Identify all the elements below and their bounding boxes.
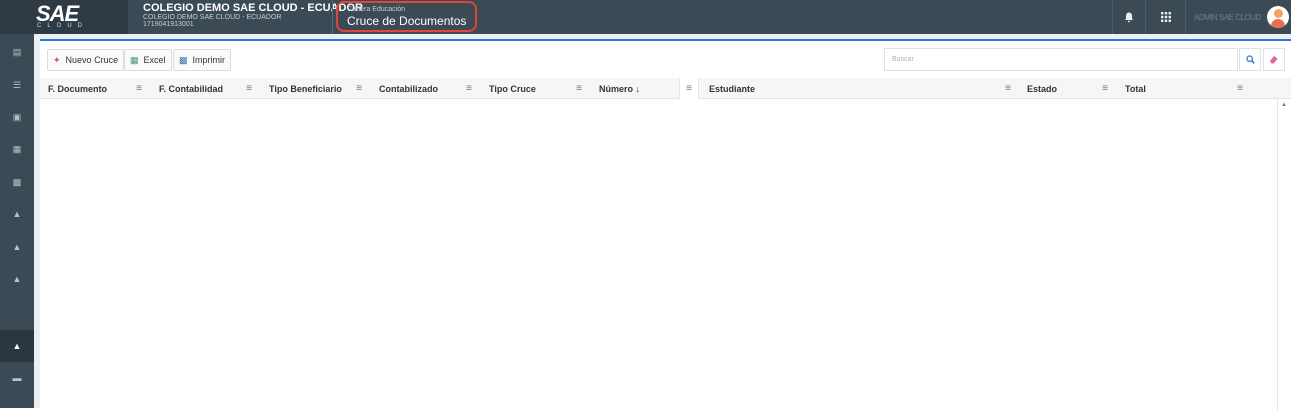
excel-icon: ▦ xyxy=(130,54,139,65)
column-label: Tipo Cruce xyxy=(489,83,536,94)
scroll-up-icon[interactable]: ▲ xyxy=(1281,102,1287,108)
column-header-document-date[interactable]: F. Documento xyxy=(40,78,107,99)
apps-button[interactable] xyxy=(1145,0,1185,34)
graduation-cap-icon: ▲ xyxy=(12,209,22,219)
column-label: Estado xyxy=(1027,83,1058,94)
column-header-posted[interactable]: Contabilizado xyxy=(371,78,438,99)
printer-icon: ▩ xyxy=(179,54,188,65)
sidebar-item-education-2[interactable]: ▲ xyxy=(0,231,34,263)
sidebar-item-building[interactable]: ▩ xyxy=(0,166,34,198)
filter-icon[interactable]: ≡ xyxy=(679,78,699,99)
filter-icon[interactable]: ≡ xyxy=(459,78,479,99)
sidebar-item-menu-1[interactable]: ▤ xyxy=(0,36,34,68)
organization-subtitle: COLEGIO DEMO SAE CLOUD - ECUADOR xyxy=(143,14,282,21)
logo-subtext: CLOUD xyxy=(37,23,89,29)
sidebar-item-briefcase[interactable]: ▣ xyxy=(0,101,34,133)
print-label: Imprimir xyxy=(192,55,226,65)
avatar xyxy=(1266,6,1289,28)
filter-icon[interactable]: ≡ xyxy=(1230,78,1250,99)
filter-icon[interactable]: ≡ xyxy=(569,78,589,99)
filter-icon[interactable]: ≡ xyxy=(998,78,1018,99)
sidebar-item-education-active[interactable]: ▲ xyxy=(0,330,34,362)
filter-icon[interactable]: ≡ xyxy=(239,78,259,99)
graduation-cap-icon: ▲ xyxy=(12,242,22,252)
sidebar-item-education-3[interactable]: ▲ xyxy=(0,263,34,295)
new-cross-button[interactable]: ✦ Nuevo Cruce xyxy=(47,49,125,71)
grid-header: F. Documento ≡ F. Contabilidad ≡ Tipo Be… xyxy=(40,78,1291,99)
sidebar-item-menu-2[interactable]: ☰ xyxy=(0,69,34,101)
module-title-box: Cartera Educación Cruce de Documentos xyxy=(336,1,477,32)
excel-label: Excel xyxy=(143,55,166,65)
graduation-cap-icon: ▲ xyxy=(12,341,22,351)
column-label: Número ↓ xyxy=(599,83,641,94)
excel-button[interactable]: ▦ Excel xyxy=(124,49,172,71)
id-card-icon: ▦ xyxy=(12,143,22,154)
column-header-status[interactable]: Estado xyxy=(1019,78,1057,99)
header-divider xyxy=(332,0,333,34)
toolbar: ✦ Nuevo Cruce ▦ Excel ▩ Imprimir Buscar xyxy=(40,41,1291,78)
menu-icon: ▤ xyxy=(12,46,22,57)
organization-name: COLEGIO DEMO SAE CLOUD - ECUADOR xyxy=(143,2,364,14)
organization-info: COLEGIO DEMO SAE CLOUD - ECUADOR COLEGIO… xyxy=(143,2,363,28)
eraser-icon xyxy=(1270,56,1279,64)
top-bar: SAE CLOUD COLEGIO DEMO SAE CLOUD - ECUAD… xyxy=(0,0,1291,34)
search-icon xyxy=(1245,55,1255,64)
content-panel: ✦ Nuevo Cruce ▦ Excel ▩ Imprimir Buscar xyxy=(40,39,1291,410)
truck-icon: ▬ xyxy=(12,373,22,383)
sidebar: ▤ ☰ ▣ ▦ ▩ ▲ ▲ ▲ ▲ ▬ xyxy=(0,34,34,408)
page-title: Cruce de Documentos xyxy=(347,14,467,28)
main-area: ✦ Nuevo Cruce ▦ Excel ▩ Imprimir Buscar xyxy=(34,34,1291,410)
sidebar-item-education-1[interactable]: ▲ xyxy=(0,198,34,230)
column-header-total[interactable]: Total xyxy=(1117,78,1146,99)
sidebar-item-id-card[interactable]: ▦ xyxy=(0,133,34,165)
notifications-button[interactable] xyxy=(1112,0,1145,34)
column-label: Tipo Beneficiario xyxy=(269,83,342,94)
column-header-accounting-date[interactable]: F. Contabilidad xyxy=(151,78,223,99)
logo[interactable]: SAE CLOUD xyxy=(0,0,128,34)
column-header-number[interactable]: Número ↓ xyxy=(591,78,640,99)
menu-icon: ☰ xyxy=(12,79,22,90)
bell-icon xyxy=(1125,12,1133,22)
organization-id: 1719041913001 xyxy=(143,21,194,28)
filter-icon[interactable]: ≡ xyxy=(129,78,149,99)
print-button[interactable]: ▩ Imprimir xyxy=(173,49,232,71)
briefcase-icon: ▣ xyxy=(12,111,22,122)
apps-grid-icon xyxy=(1160,12,1171,22)
sidebar-item-truck[interactable]: ▬ xyxy=(0,362,34,394)
search-input[interactable]: Buscar xyxy=(884,48,1238,71)
column-label: F. Documento xyxy=(48,83,108,94)
user-name: ADMIN SAE CLOUD xyxy=(1194,12,1261,22)
vertical-scrollbar[interactable]: ▲ xyxy=(1277,99,1291,410)
filter-icon[interactable]: ≡ xyxy=(1095,78,1115,99)
column-header-cross-type[interactable]: Tipo Cruce xyxy=(481,78,536,99)
magic-wand-icon: ✦ xyxy=(53,54,61,65)
column-header-beneficiary-type[interactable]: Tipo Beneficiario xyxy=(261,78,342,99)
new-cross-label: Nuevo Cruce xyxy=(65,55,119,65)
module-category: Cartera Educación xyxy=(347,6,405,13)
column-label: Total xyxy=(1125,83,1146,94)
column-label: Contabilizado xyxy=(379,83,438,94)
clear-filter-button[interactable] xyxy=(1263,48,1285,71)
filter-icon[interactable]: ≡ xyxy=(349,78,369,99)
column-label: Estudiante xyxy=(709,83,756,94)
header-actions: ADMIN SAE CLOUD xyxy=(1112,0,1291,34)
user-menu[interactable]: ADMIN SAE CLOUD xyxy=(1185,0,1291,34)
search-placeholder: Buscar xyxy=(892,56,914,63)
building-icon: ▩ xyxy=(12,176,22,187)
column-label: F. Contabilidad xyxy=(159,83,223,94)
search-button[interactable] xyxy=(1239,48,1261,71)
column-header-student[interactable]: Estudiante xyxy=(701,78,755,99)
graduation-cap-icon: ▲ xyxy=(12,274,22,284)
